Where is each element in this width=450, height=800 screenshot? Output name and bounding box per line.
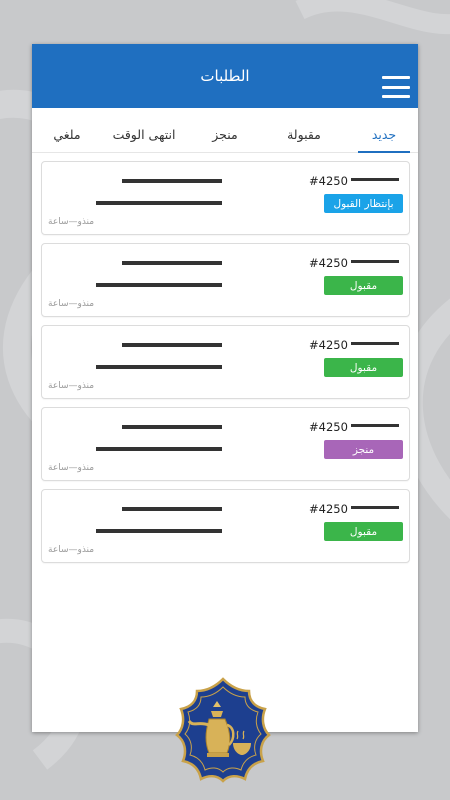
tab-cancelled[interactable]: ملغي	[52, 127, 82, 152]
order-card[interactable]: #4250 مقبول منذو—ساعة	[41, 243, 410, 317]
tab-accepted[interactable]: مقبولة	[282, 127, 326, 152]
status-badge: مقبول	[324, 358, 403, 377]
order-card[interactable]: #4250 مقبول منذو—ساعة	[41, 325, 410, 399]
placeholder-line	[96, 447, 222, 451]
app-screen: الطلبات جديد مقبولة منجز انتهى الوقت ملغ…	[32, 44, 418, 732]
order-time: منذو—ساعة	[48, 463, 95, 473]
order-number: #4250	[309, 338, 348, 352]
order-number: #4250	[309, 256, 348, 270]
order-card[interactable]: #4250 منجز منذو—ساعة	[41, 407, 410, 481]
page-title: الطلبات	[200, 67, 250, 85]
order-time: منذو—ساعة	[48, 381, 95, 391]
tab-expired[interactable]: انتهى الوقت	[108, 127, 180, 152]
placeholder-line	[96, 201, 222, 205]
placeholder-line	[351, 424, 399, 427]
status-badge: منجز	[324, 440, 403, 459]
dallah-coffee-emblem-icon	[175, 677, 271, 783]
order-card[interactable]: #4250 مقبول منذو—ساعة	[41, 489, 410, 563]
placeholder-line	[351, 506, 399, 509]
order-number: #4250	[309, 174, 348, 188]
order-number: #4250	[309, 420, 348, 434]
placeholder-line	[351, 342, 399, 345]
tab-new[interactable]: جديد	[358, 127, 410, 153]
placeholder-line	[122, 507, 222, 511]
placeholder-line	[351, 260, 399, 263]
placeholder-line	[96, 529, 222, 533]
app-header: الطلبات	[32, 44, 418, 108]
placeholder-line	[96, 365, 222, 369]
status-badge: مقبول	[324, 276, 403, 295]
placeholder-line	[122, 261, 222, 265]
orders-list: #4250 بإنتظار القبول منذو—ساعة #4250 مقب…	[41, 161, 410, 571]
tab-completed[interactable]: منجز	[208, 127, 242, 152]
order-time: منذو—ساعة	[48, 545, 95, 555]
order-time: منذو—ساعة	[48, 299, 95, 309]
status-badge: مقبول	[324, 522, 403, 541]
status-tabs: جديد مقبولة منجز انتهى الوقت ملغي	[32, 108, 418, 153]
placeholder-line	[351, 178, 399, 181]
order-card[interactable]: #4250 بإنتظار القبول منذو—ساعة	[41, 161, 410, 235]
hamburger-menu-icon[interactable]	[382, 76, 410, 98]
placeholder-line	[96, 283, 222, 287]
order-time: منذو—ساعة	[48, 217, 95, 227]
placeholder-line	[122, 425, 222, 429]
placeholder-line	[122, 343, 222, 347]
order-number: #4250	[309, 502, 348, 516]
placeholder-line	[122, 179, 222, 183]
status-badge: بإنتظار القبول	[324, 194, 403, 213]
